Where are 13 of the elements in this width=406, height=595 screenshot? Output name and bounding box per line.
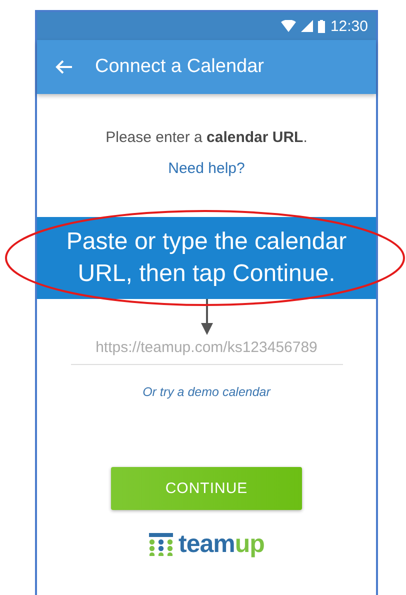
battery-icon <box>318 20 326 32</box>
logo-wordmark: teamup <box>178 530 264 559</box>
screen-title: Connect a Calendar <box>95 56 264 78</box>
callout-banner: Paste or type the calendar URL, then tap Continue. <box>37 217 376 299</box>
status-time: 12:30 <box>330 18 368 34</box>
back-arrow-icon[interactable] <box>55 59 73 75</box>
wifi-icon <box>281 20 296 32</box>
logo-icon <box>148 533 173 556</box>
demo-calendar-link[interactable]: Or try a demo calendar <box>142 385 270 399</box>
help-link[interactable]: Need help? <box>168 160 245 177</box>
pointer-arrow <box>200 299 212 335</box>
signal-icon <box>301 20 314 32</box>
instruction-text: Please enter a calendar URL. <box>106 129 308 146</box>
